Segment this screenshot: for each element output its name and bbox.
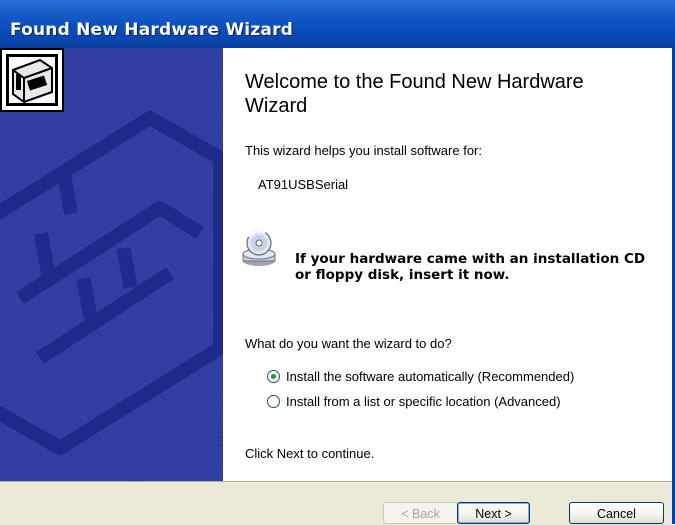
banner-graphic xyxy=(0,111,223,455)
wizard-side-banner xyxy=(0,48,223,481)
cd-notice: If your hardware came with an installati… xyxy=(295,251,646,283)
cd-install-icon xyxy=(242,230,276,266)
cancel-button[interactable]: Cancel xyxy=(569,502,664,524)
option-auto-install-label[interactable]: Install the software automatically (Reco… xyxy=(286,369,574,384)
wizard-window: Found New Hardware Wizard Welcome to the… xyxy=(0,0,675,525)
device-name: AT91USBSerial xyxy=(258,177,349,192)
radio-list-install[interactable] xyxy=(267,394,280,408)
continue-hint: Click Next to continue. xyxy=(245,446,375,461)
option-auto-install[interactable]: Install the software automatically (Reco… xyxy=(267,367,574,385)
title-bar[interactable]: Found New Hardware Wizard xyxy=(0,0,675,48)
hardware-wizard-icon xyxy=(0,48,64,112)
radio-auto-install[interactable] xyxy=(267,369,280,383)
wizard-heading: Welcome to the Found New Hardware Wizard xyxy=(245,71,584,117)
next-button[interactable]: Next > xyxy=(457,502,530,524)
wizard-question: What do you want the wizard to do? xyxy=(245,336,452,351)
window-title: Found New Hardware Wizard xyxy=(10,20,294,40)
wizard-content: Welcome to the Found New Hardware Wizard… xyxy=(223,48,672,481)
intro-text: This wizard helps you install software f… xyxy=(245,143,482,158)
option-list-install[interactable]: Install from a list or specific location… xyxy=(267,392,561,410)
option-list-install-label[interactable]: Install from a list or specific location… xyxy=(286,394,561,409)
back-button[interactable]: < Back xyxy=(383,502,458,524)
